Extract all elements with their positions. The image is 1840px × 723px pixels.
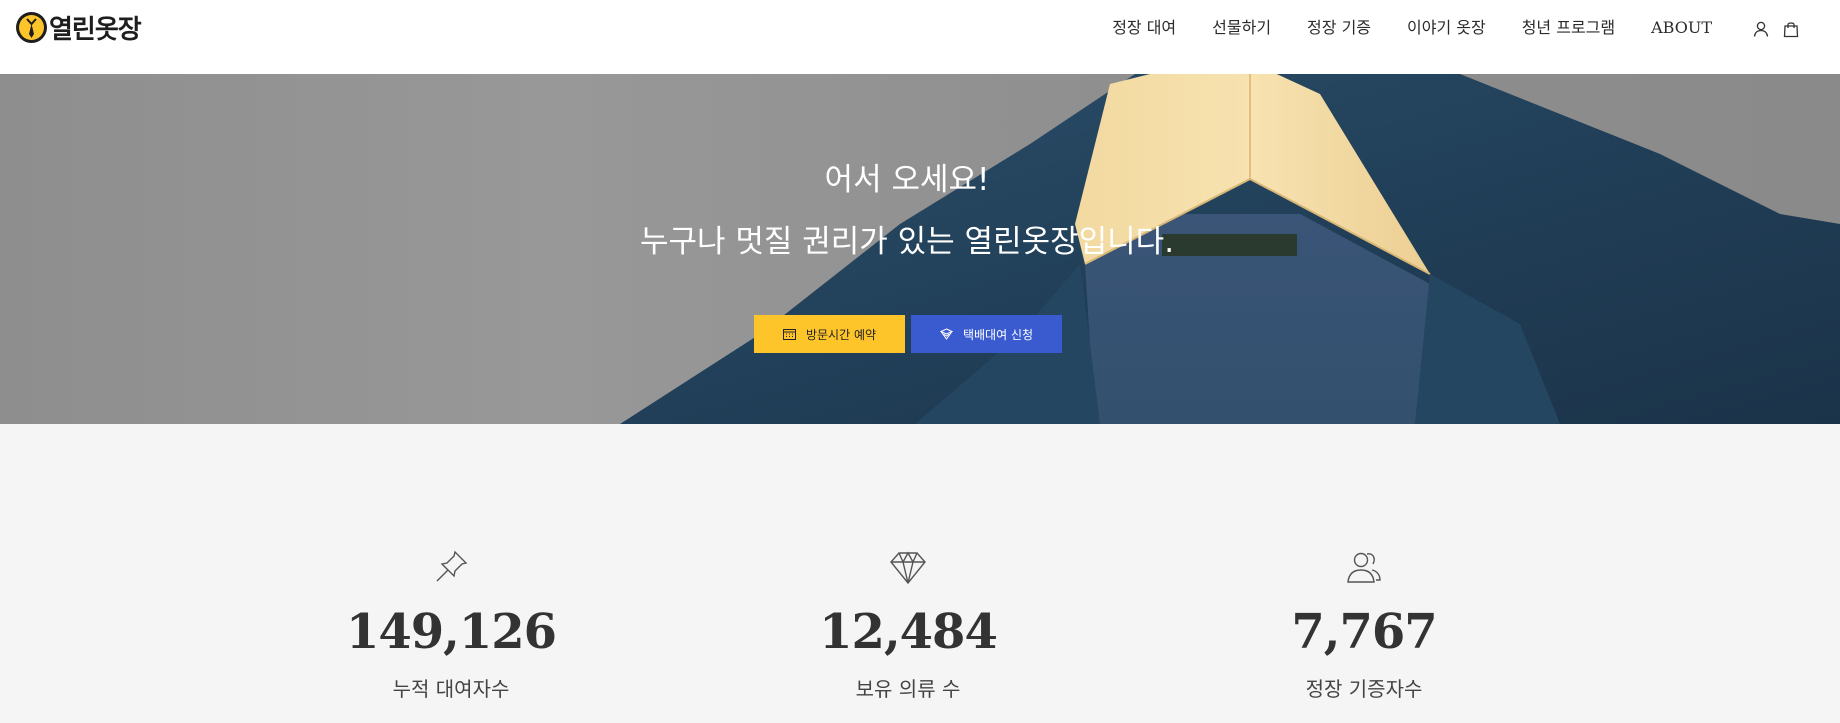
stat-value: 12,484: [819, 604, 998, 660]
nav-item-suit-rental[interactable]: 정장 대여: [1094, 17, 1194, 39]
stat-label: 정장 기증자수: [1305, 677, 1423, 701]
hero-buttons: 방문시간 예약 택배대여 신청: [754, 315, 1062, 353]
shopping-bag-icon[interactable]: [1782, 20, 1800, 38]
main-nav: 정장 대여 선물하기 정장 기증 이야기 옷장 청년 프로그램 ABOUT: [1094, 17, 1730, 39]
logo-mark-icon: [16, 11, 47, 43]
stats-section: 149,126 누적 대여자수 12,484 보유 의류 수 7,767 정장 …: [0, 424, 1840, 723]
stat-label: 누적 대여자수: [392, 677, 510, 701]
hero-title: 어서 오세요!: [824, 162, 990, 198]
stat-label: 보유 의류 수: [855, 677, 961, 701]
nav-item-stories[interactable]: 이야기 옷장: [1389, 17, 1504, 39]
calendar-icon: [782, 328, 796, 340]
nav-item-gift[interactable]: 선물하기: [1194, 17, 1289, 39]
visit-reservation-label: 방문시간 예약: [805, 327, 877, 342]
diamond-icon: [888, 547, 928, 587]
header-icons: [1752, 20, 1800, 38]
nav-item-about[interactable]: ABOUT: [1633, 17, 1730, 39]
pin-icon: [431, 547, 471, 587]
visit-reservation-button[interactable]: 방문시간 예약: [754, 315, 905, 353]
nav-item-suit-donation[interactable]: 정장 기증: [1289, 17, 1389, 39]
delivery-rental-button[interactable]: 택배대여 신청: [911, 315, 1062, 353]
nav-item-youth-program[interactable]: 청년 프로그램: [1504, 17, 1633, 39]
users-icon: [1344, 547, 1384, 587]
hero-banner: 어서 오세요! 누구나 멋질 권리가 있는 열린옷장입니다. 방문시간 예약 택…: [0, 74, 1840, 424]
stat-value: 7,767: [1291, 604, 1437, 660]
logo-text: 열린옷장: [49, 14, 142, 45]
box-icon: [939, 328, 953, 340]
stat-value: 149,126: [345, 604, 557, 660]
hero-subtitle: 누구나 멋질 권리가 있는 열린옷장입니다.: [639, 224, 1175, 260]
logo[interactable]: 열린옷장: [16, 11, 142, 45]
site-header: 열린옷장 정장 대여 선물하기 정장 기증 이야기 옷장 청년 프로그램 ABO…: [0, 0, 1840, 74]
user-icon[interactable]: [1752, 20, 1770, 38]
delivery-rental-label: 택배대여 신청: [962, 327, 1034, 342]
